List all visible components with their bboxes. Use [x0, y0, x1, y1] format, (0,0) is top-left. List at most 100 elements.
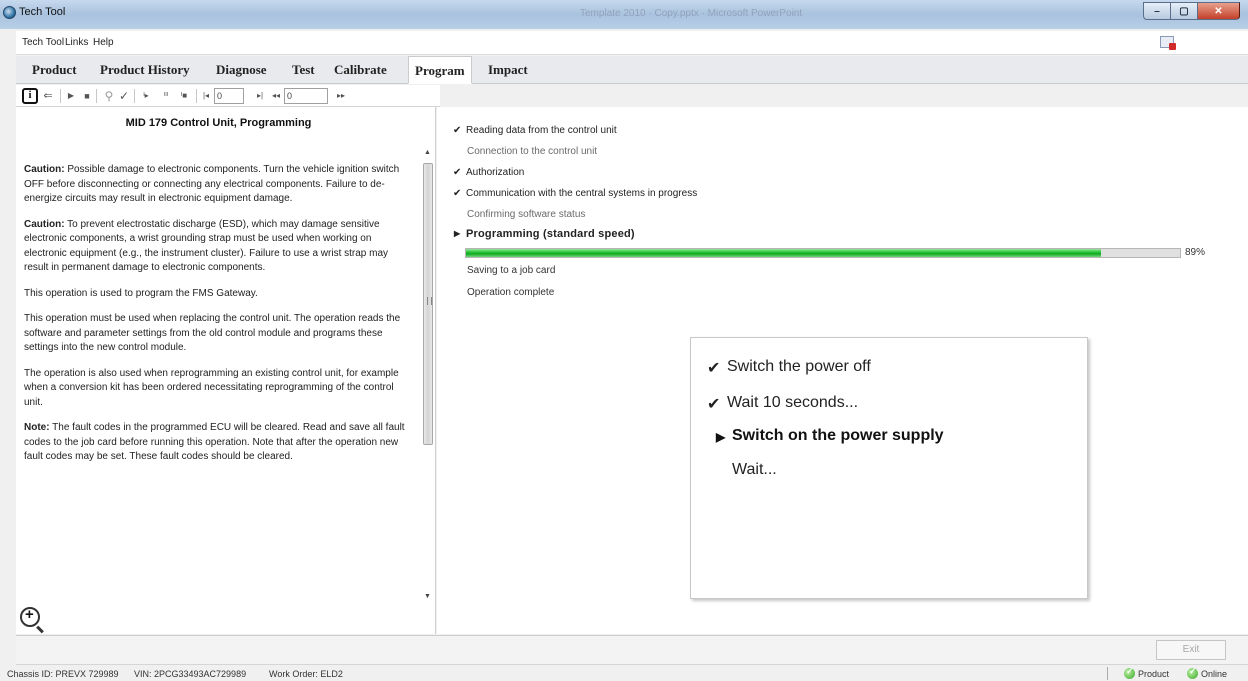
note-text: The fault codes in the programmed ECU wi…: [24, 422, 405, 462]
menu-item-links[interactable]: Links: [65, 37, 88, 48]
caution-label: Caution:: [24, 164, 65, 175]
arrow-right-icon: ▶: [716, 430, 726, 444]
step-programming: ▶ Programming (standard speed): [454, 228, 635, 240]
progress-pane: ✔ Reading data from the control unit Conn…: [437, 107, 1248, 634]
dialog-step-wait-10: ✔ Wait 10 seconds...: [707, 394, 859, 413]
title-bar: Tech Tool Template 2010 · Copy.pptx · Mi…: [0, 0, 1248, 29]
chassis-id: Chassis ID: PREVX 729989: [7, 669, 119, 679]
work-order: Work Order: ELD2: [269, 669, 343, 679]
check-icon: ✔: [453, 167, 462, 178]
maximize-button[interactable]: ▢: [1170, 2, 1197, 20]
description-paragraph: This operation must be used when replaci…: [24, 313, 401, 353]
rewind-icon[interactable]: ◂◂: [270, 88, 282, 104]
step-saving-job-card: Saving to a job card: [467, 265, 555, 276]
vin: VIN: 2PCG33493AC729989: [134, 669, 247, 679]
check-icon: ✔: [707, 360, 721, 377]
note-label: Note:: [24, 422, 50, 433]
description-paragraph: The operation is also used when reprogra…: [24, 367, 399, 408]
toolbar-separator: [196, 89, 197, 103]
tab-impact[interactable]: Impact: [482, 56, 534, 84]
frame-counter-input[interactable]: 0: [214, 88, 244, 104]
toolbar-separator: [134, 89, 135, 103]
online-status-label: Online: [1201, 668, 1228, 679]
step-label: Connection to the control unit: [467, 146, 598, 157]
step-authorization: ✔ Authorization: [453, 167, 525, 178]
first-frame-icon[interactable]: |◂: [200, 88, 212, 104]
tab-diagnose[interactable]: Diagnose: [210, 56, 273, 84]
step-label: Operation complete: [467, 287, 555, 298]
note-paragraph: Note: The fault codes in the programmed …: [24, 421, 412, 465]
play-icon[interactable]: ▶: [66, 88, 76, 104]
info-icon[interactable]: i: [22, 88, 38, 104]
step-communication: ✔ Communication with the central systems …: [453, 188, 698, 199]
tab-product-history[interactable]: Product History: [94, 56, 196, 84]
tab-test[interactable]: Test: [286, 56, 321, 84]
arrow-right-icon: ▶: [454, 229, 461, 238]
exit-button[interactable]: Exit: [1156, 640, 1226, 660]
scroll-up-arrow-icon[interactable]: ▲: [424, 149, 431, 156]
instructions-title: MID 179 Control Unit, Programming: [125, 117, 312, 129]
caution-paragraph: Caution: Possible damage to electronic c…: [24, 163, 412, 207]
stop-icon[interactable]: ■: [82, 88, 92, 104]
step-operation-complete: Operation complete: [467, 287, 554, 298]
step-end-icon[interactable]: ᴵ■: [176, 88, 192, 104]
step-reading-data: ✔ Reading data from the control unit: [453, 125, 617, 136]
menu-item-tech-tool[interactable]: Tech Tool: [22, 37, 64, 48]
step-connection: Connection to the control unit: [467, 146, 597, 157]
caution-text: To prevent electrostatic discharge (ESD)…: [24, 218, 389, 274]
product-status: Product: [1124, 666, 1170, 679]
check-icon[interactable]: ✓: [118, 88, 130, 104]
action-bar: Exit: [16, 635, 1248, 665]
caution-paragraph: Caution: To prevent electrostatic discha…: [24, 218, 412, 276]
back-icon[interactable]: ⇐: [42, 88, 54, 104]
scroll-down-arrow-icon[interactable]: ▼: [424, 593, 431, 600]
progress-percent: 89%: [1185, 247, 1206, 258]
toolbar: i ⇐ ▶ ■ ⚲ ✓ ᴵ▸ ᴵᴵᴵ ᴵ■ |◂ 0 ▸| ◂◂ 0 ▸▸: [16, 85, 440, 107]
check-icon: ✔: [453, 125, 462, 136]
step-label: Confirming software status: [467, 209, 586, 220]
tab-product[interactable]: Product: [26, 56, 83, 84]
close-button[interactable]: ✕: [1197, 2, 1240, 20]
status-ok-icon: [1124, 666, 1135, 679]
dialog-step-label: Switch on the power supply: [732, 427, 944, 444]
minimize-button[interactable]: –: [1143, 2, 1170, 20]
product-status-label: Product: [1138, 668, 1170, 679]
step-start-icon[interactable]: ᴵ▸: [138, 88, 154, 104]
programming-progress-bar: [465, 248, 1181, 258]
scroll-thumb[interactable]: [423, 163, 433, 445]
menu-bar: Tech Tool Links Help: [16, 31, 1248, 55]
dialog-step-power-on: ▶ Switch on the power supply: [716, 427, 944, 445]
hint-icon[interactable]: ⚲: [102, 88, 116, 104]
menu-item-help[interactable]: Help: [93, 37, 114, 48]
status-separator: [1107, 667, 1108, 680]
step-label: Saving to a job card: [467, 265, 556, 276]
next-frame-icon[interactable]: ▸|: [254, 88, 266, 104]
instructions-scrollbar[interactable]: ▲ ▼: [422, 147, 434, 607]
time-counter-input[interactable]: 0: [284, 88, 328, 104]
step-label: Communication with the central systems i…: [466, 188, 698, 199]
tab-calibrate[interactable]: Calibrate: [328, 56, 393, 84]
window-controls: – ▢ ✕: [1143, 2, 1240, 20]
notification-icon[interactable]: [1160, 36, 1176, 50]
step-mid-icon[interactable]: ᴵᴵᴵ: [158, 88, 174, 104]
dialog-step-label: Wait 10 seconds...: [727, 394, 859, 411]
tab-bar: Product Product History Diagnose Test Ca…: [16, 56, 1248, 84]
toolbar-separator: [60, 89, 61, 103]
fast-forward-icon[interactable]: ▸▸: [334, 88, 348, 104]
tab-program[interactable]: Program: [408, 56, 472, 84]
instructions-text: Caution: Possible damage to electronic c…: [24, 163, 412, 476]
window-title: Tech Tool: [19, 6, 66, 18]
caution-text: Possible damage to electronic components…: [24, 164, 400, 204]
check-icon: ✔: [453, 188, 462, 199]
check-icon: ✔: [707, 396, 721, 413]
dialog-step-label: Wait...: [732, 461, 777, 478]
step-label: Authorization: [466, 167, 525, 178]
online-status: Online: [1187, 666, 1228, 679]
zoom-in-icon[interactable]: [20, 606, 40, 627]
progress-fill: [466, 249, 1102, 257]
status-bar: Chassis ID: PREVX 729989 VIN: 2PCG33493A…: [0, 665, 1248, 681]
app-icon: [3, 6, 16, 19]
step-confirming-software: Confirming software status: [467, 209, 585, 220]
dialog-step-power-off: ✔ Switch the power off: [707, 358, 871, 377]
background-window-title: Template 2010 · Copy.pptx · Microsoft Po…: [580, 8, 803, 19]
